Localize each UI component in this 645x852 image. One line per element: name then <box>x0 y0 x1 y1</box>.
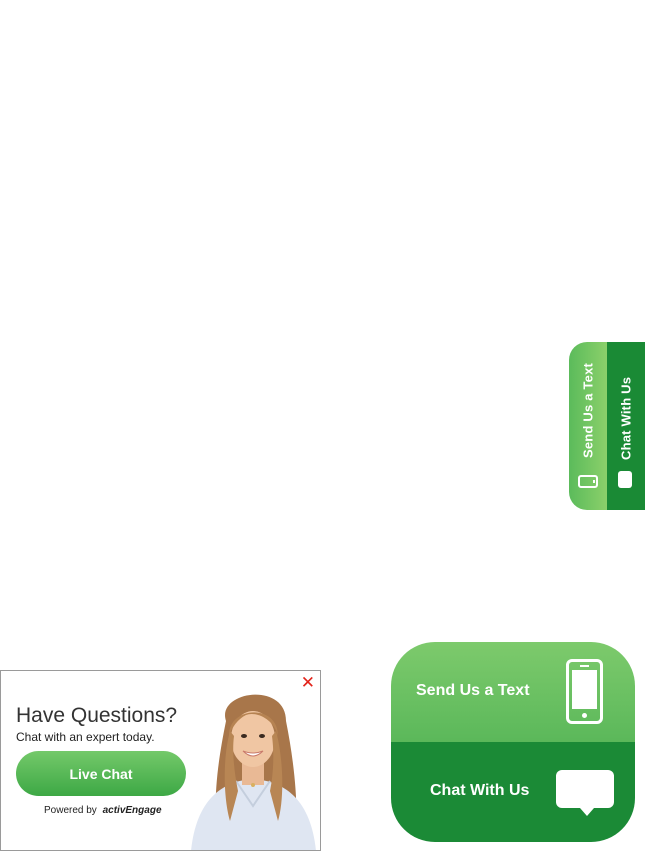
phone-icon <box>566 659 603 724</box>
invite-subline: Chat with an expert today. <box>16 730 155 744</box>
invite-headline: Have Questions? <box>16 704 178 727</box>
phone-icon <box>578 475 598 488</box>
agent-photo <box>191 694 316 850</box>
side-chat-with-us-button[interactable]: Chat With Us <box>607 342 645 510</box>
contact-widget: Send Us a Text Chat With Us <box>391 642 635 842</box>
chat-bubble-icon <box>556 770 614 816</box>
live-chat-button[interactable]: Live Chat <box>16 751 186 796</box>
side-chat-label: Chat With Us <box>618 376 634 460</box>
send-text-label: Send Us a Text <box>416 682 530 699</box>
powered-by-text: Powered by <box>44 805 97 816</box>
live-chat-label: Live Chat <box>69 765 133 782</box>
side-chat-tab: Send Us a Text Chat With Us <box>569 342 645 510</box>
side-send-text-label: Send Us a Text <box>580 362 596 458</box>
side-send-text-button[interactable]: Send Us a Text <box>569 342 607 510</box>
chat-with-us-button[interactable]: Chat With Us <box>391 742 635 842</box>
chat-with-us-label: Chat With Us <box>430 782 530 799</box>
chat-bubble-icon <box>618 471 632 488</box>
send-text-button[interactable]: Send Us a Text <box>391 642 635 742</box>
close-icon[interactable]: ✕ <box>301 674 315 692</box>
powered-by: Powered by activEngage <box>44 805 162 816</box>
chat-invite-card: ✕ Have Questions? Chat with an expert to… <box>0 670 321 851</box>
brand-logo[interactable]: activEngage <box>103 805 162 816</box>
